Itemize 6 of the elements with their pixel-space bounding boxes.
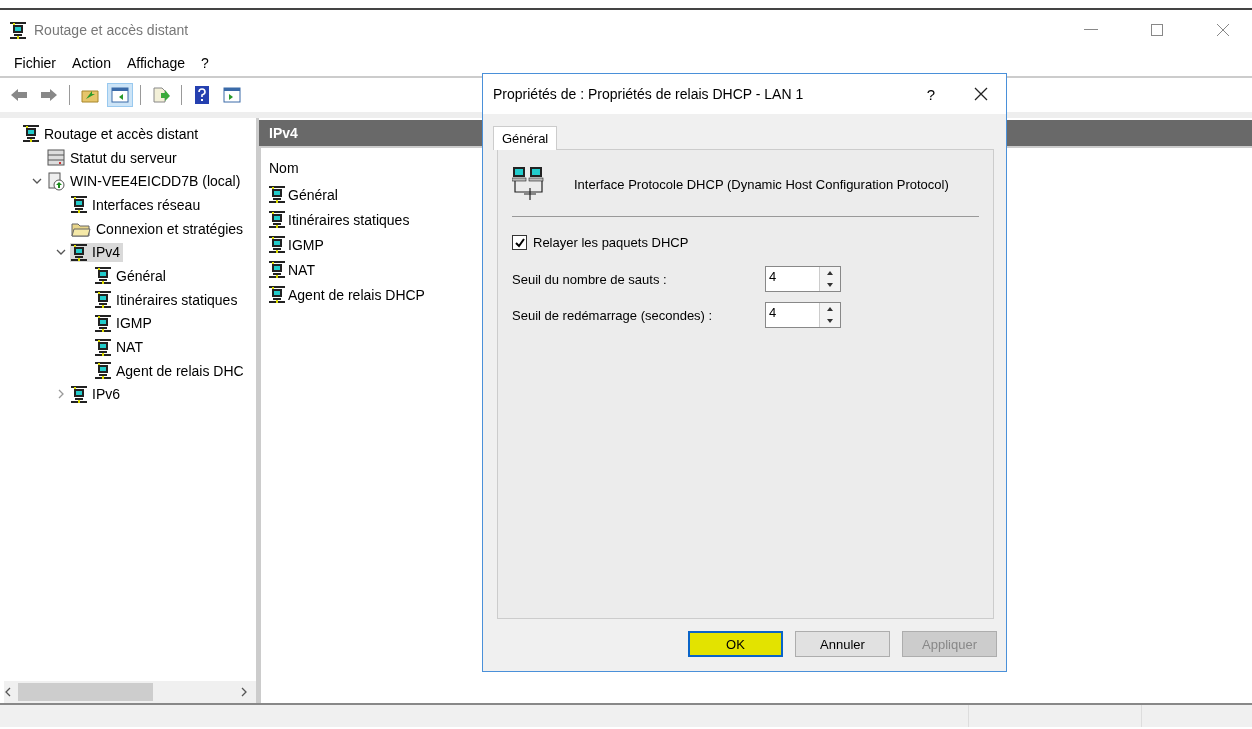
field-label: Seuil du nombre de sauts : [512,271,668,287]
dialog-title: Propriétés de : Propriétés de relais DHCP - LAN 1 [493,86,805,102]
interface-description: Interface Protocole DHCP (Dynamic Host Configuration Protocol) [574,176,949,192]
field-label: Seuil de redémarrage (secondes) : [512,307,714,323]
window-title: Routage et accès distant [34,22,189,38]
checkbox-label: Relayer les paquets DHCP [533,235,689,250]
